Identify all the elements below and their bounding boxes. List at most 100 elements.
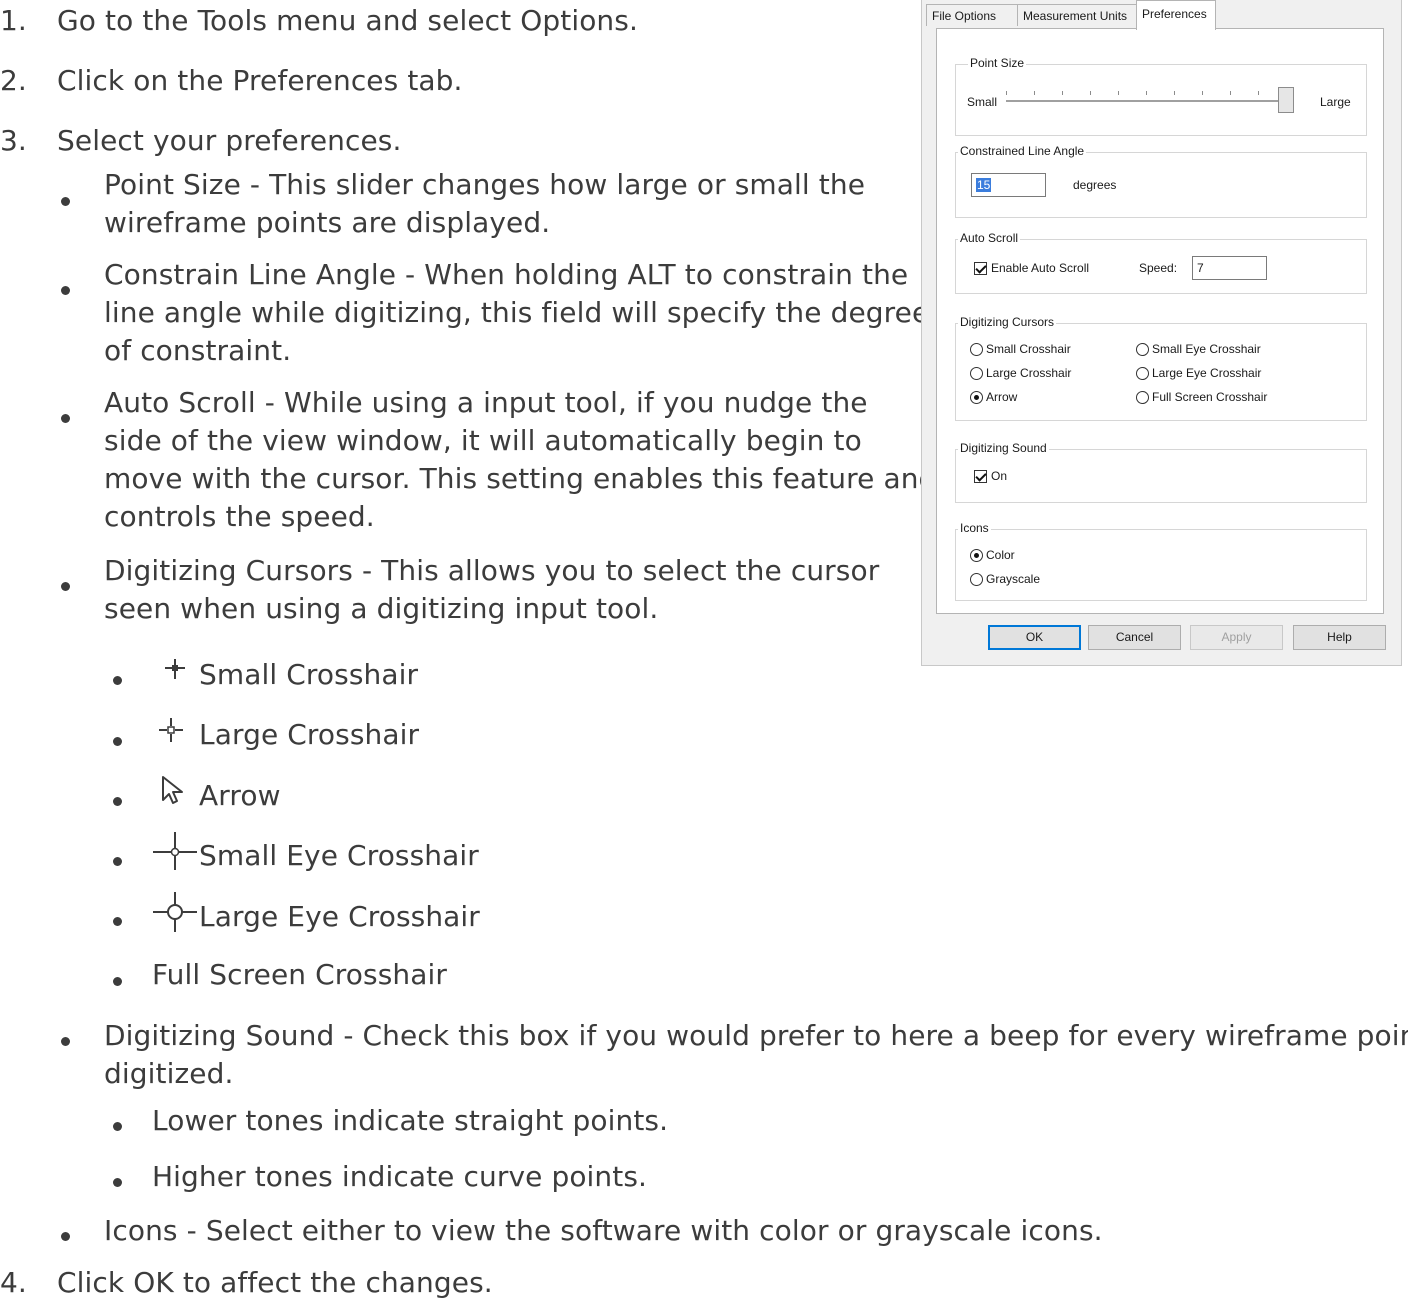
radio-label: Small Crosshair — [986, 342, 1071, 356]
radio-label: Small Eye Crosshair — [1152, 342, 1261, 356]
step-text: Click OK to affect the changes. — [57, 1266, 493, 1299]
speed-label: Speed: — [1139, 261, 1178, 275]
digitizing-sound-group: Digitizing Sound On — [955, 441, 1367, 503]
radio-color[interactable] — [970, 549, 983, 562]
ok-button[interactable]: OK — [988, 625, 1081, 650]
step-number: 2. — [0, 64, 27, 97]
cancel-button[interactable]: Cancel — [1088, 625, 1181, 650]
sub-bullet — [113, 857, 122, 866]
radio-full-screen-crosshair[interactable] — [1136, 391, 1149, 404]
radio-label: Large Eye Crosshair — [1152, 366, 1262, 380]
enable-auto-scroll-label: Enable Auto Scroll — [991, 261, 1090, 275]
digitizing-cursors-group: Digitizing Cursors Small Crosshair Large… — [955, 315, 1367, 421]
arrow-cursor-icon — [162, 776, 183, 804]
step-text: Go to the Tools menu and select Options. — [57, 4, 638, 37]
radio-label: Full Screen Crosshair — [1152, 390, 1268, 404]
sub-bullet — [113, 917, 122, 926]
cursor-item: Large Crosshair — [199, 718, 420, 751]
bullet-text: side of the view window, it will automat… — [104, 424, 862, 457]
bullet-text: Digitizing Sound - Check this box if you… — [104, 1019, 1408, 1052]
constrained-angle-group: Constrained Line Angle 15 degrees — [955, 144, 1367, 218]
point-size-group: Point Size Small Large — [955, 56, 1367, 136]
radio-label: Color — [986, 548, 1015, 562]
preferences-panel: Point Size Small Large Constrained Line … — [936, 28, 1384, 614]
sub-bullet — [113, 977, 122, 986]
angle-unit-label: degrees — [1073, 178, 1117, 192]
apply-button[interactable]: Apply — [1190, 625, 1283, 650]
point-size-slider[interactable] — [1278, 87, 1294, 113]
digitizing-sound-legend: Digitizing Sound — [958, 441, 1049, 455]
cursor-item: Large Eye Crosshair — [199, 900, 480, 933]
slider-min-label: Small — [967, 95, 998, 109]
help-button[interactable]: Help — [1293, 625, 1386, 650]
radio-label: Arrow — [986, 390, 1018, 404]
slider-tick — [1174, 91, 1175, 95]
radio-large-crosshair[interactable] — [970, 367, 983, 380]
cursor-item: Full Screen Crosshair — [152, 958, 447, 991]
bullet-text: digitized. — [104, 1057, 234, 1090]
tab-file-options[interactable]: File Options — [926, 4, 1018, 26]
bullet-text: Auto Scroll - While using a input tool, … — [104, 386, 868, 419]
large-crosshair-icon — [159, 718, 183, 742]
step-text: Click on the Preferences tab. — [57, 64, 463, 97]
cursor-item: Arrow — [199, 779, 281, 812]
radio-label: Large Crosshair — [986, 366, 1072, 380]
options-dialog: File Options Measurement Units Preferenc… — [921, 0, 1402, 666]
speed-input[interactable]: 7 — [1192, 256, 1267, 280]
sound-on-label: On — [991, 469, 1008, 483]
tab-measurement-units[interactable]: Measurement Units — [1017, 4, 1137, 26]
radio-label: Grayscale — [986, 572, 1041, 586]
cursor-item: Small Crosshair — [199, 658, 419, 691]
cursor-item: Small Eye Crosshair — [199, 839, 479, 872]
auto-scroll-legend: Auto Scroll — [958, 231, 1021, 245]
slider-tick — [1062, 91, 1063, 95]
bullet — [61, 414, 70, 423]
tab-preferences[interactable]: Preferences — [1136, 0, 1216, 30]
slider-max-label: Large — [1320, 95, 1351, 109]
bullet — [61, 286, 70, 295]
slider-tick — [1034, 91, 1035, 95]
angle-input[interactable]: 15 — [971, 173, 1046, 197]
bullet — [61, 197, 70, 206]
bullet-text: Icons - Select either to view the softwa… — [104, 1214, 1103, 1247]
constrained-angle-legend: Constrained Line Angle — [958, 144, 1087, 158]
bullet-text: of constraint. — [104, 334, 292, 367]
point-size-legend: Point Size — [968, 56, 1027, 70]
enable-auto-scroll-checkbox[interactable] — [974, 262, 987, 275]
sub-bullet — [113, 1122, 122, 1131]
bullet-text: line angle while digitizing, this field … — [104, 296, 930, 329]
sound-on-checkbox[interactable] — [974, 470, 987, 483]
slider-tick — [1006, 91, 1007, 95]
slider-track — [1006, 100, 1286, 102]
sub-bullet — [113, 676, 122, 685]
bullet-text: move with the cursor. This setting enabl… — [104, 462, 937, 495]
sound-item: Higher tones indicate curve points. — [152, 1160, 648, 1193]
slider-tick — [1258, 91, 1259, 95]
sound-item: Lower tones indicate straight points. — [152, 1104, 669, 1137]
radio-large-eye-crosshair[interactable] — [1136, 367, 1149, 380]
step-number: 1. — [0, 4, 27, 37]
sub-bullet — [113, 1178, 122, 1187]
radio-grayscale[interactable] — [970, 573, 983, 586]
icons-legend: Icons — [958, 521, 991, 535]
small-crosshair-icon — [165, 659, 185, 679]
step-number: 4. — [0, 1266, 27, 1299]
slider-tick — [1118, 91, 1119, 95]
small-eye-crosshair-icon — [153, 832, 197, 870]
bullet — [61, 582, 70, 591]
bullet-text: Constrain Line Angle - When holding ALT … — [104, 258, 909, 291]
radio-small-eye-crosshair[interactable] — [1136, 343, 1149, 356]
bullet-text: controls the speed. — [104, 500, 375, 533]
sub-bullet — [113, 797, 122, 806]
bullet-text: wireframe points are displayed. — [104, 206, 551, 239]
bullet-text: Point Size - This slider changes how lar… — [104, 168, 866, 201]
bullet — [61, 1232, 70, 1241]
radio-small-crosshair[interactable] — [970, 343, 983, 356]
radio-arrow[interactable] — [970, 391, 983, 404]
large-eye-crosshair-icon — [153, 892, 197, 932]
step-text: Select your preferences. — [57, 124, 402, 157]
slider-tick — [1146, 91, 1147, 95]
bullet — [61, 1037, 70, 1046]
tab-strip: File Options Measurement Units Preferenc… — [922, 0, 1401, 30]
slider-tick — [1202, 91, 1203, 95]
